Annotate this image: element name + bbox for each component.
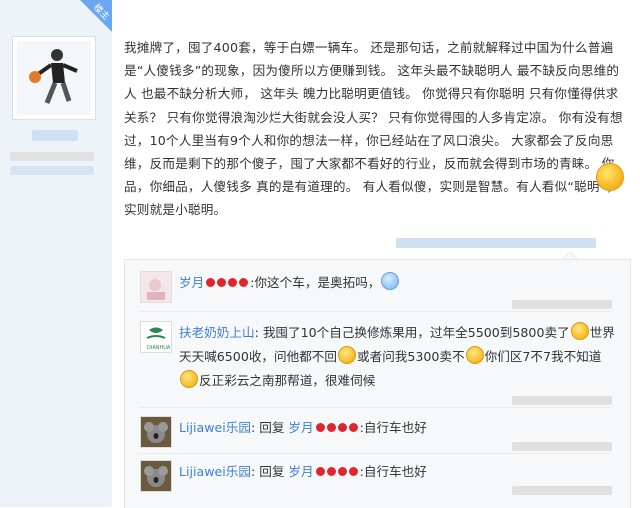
reply-divider <box>138 453 613 454</box>
tongue-out-emoji <box>596 163 624 191</box>
cherry-icon <box>217 278 227 287</box>
avatar-image <box>17 41 91 115</box>
post-content: 我摊牌了，囤了400套，等于白嫖一辆车。 还是那句话，之前就解释过中国为什么普遍… <box>124 40 623 218</box>
level-blur <box>10 152 94 161</box>
reply-divider <box>138 407 613 408</box>
cherry-icon <box>326 423 336 432</box>
cherry-icon <box>326 467 336 476</box>
reply-username[interactable]: 岁月 <box>179 275 204 290</box>
cherry-icon <box>228 278 238 287</box>
reply-text: Lijiawei乐园: 回复 岁月:自行车也好 <box>179 416 619 440</box>
cherry-icon <box>315 423 325 432</box>
cherry-icon <box>239 278 249 287</box>
cherry-icon <box>348 467 358 476</box>
reply-avatar[interactable]: DIANHUA <box>140 321 172 353</box>
reply-text: 扶老奶奶上山: 我囤了10个自己换修炼果用，过年全5500到5800卖了 世界天天… <box>179 321 619 393</box>
reply-meta-blur <box>512 442 612 451</box>
reply-avatar[interactable] <box>140 271 172 303</box>
sweat-smile-emoji <box>381 272 400 290</box>
reply-text: Lijiawei乐园: 回复 岁月:自行车也好 <box>179 460 619 484</box>
badge-blur <box>10 166 94 175</box>
cherry-icons <box>315 416 360 440</box>
cherry-icon <box>337 423 347 432</box>
smile-emoji <box>570 322 589 340</box>
smile-emoji <box>180 370 198 388</box>
cherry-icons <box>206 271 250 295</box>
username-blur <box>32 130 78 141</box>
reply-username[interactable]: 扶老奶奶上山 <box>179 325 255 340</box>
cherry-icon <box>315 467 325 476</box>
cherry-icons <box>315 460 360 484</box>
reply-meta-blur <box>512 300 612 309</box>
smile-emoji <box>338 346 356 364</box>
reply-target-username[interactable]: 岁月 <box>288 420 313 435</box>
reply-text: 岁月:你这个车，是奥拓吗， <box>179 271 619 295</box>
reply-arrow <box>562 251 578 259</box>
reply-target-username[interactable]: 岁月 <box>288 464 313 479</box>
reply-avatar[interactable] <box>140 460 172 492</box>
reply-divider <box>138 311 613 312</box>
author-sidebar <box>0 0 112 507</box>
reply-meta-blur <box>512 486 612 495</box>
smile-emoji <box>465 346 484 364</box>
cherry-icon <box>206 278 216 287</box>
reply-avatar[interactable] <box>140 416 172 448</box>
reply-username[interactable]: Lijiawei乐园 <box>179 464 251 479</box>
cherry-icon <box>348 423 358 432</box>
cherry-icon <box>337 467 347 476</box>
post-meta-blur <box>396 238 596 248</box>
op-badge: 楼主 <box>80 0 112 32</box>
reply-meta-blur <box>512 396 612 405</box>
author-avatar[interactable] <box>12 36 96 120</box>
reply-username[interactable]: Lijiawei乐园 <box>179 420 251 435</box>
svg-text:DIANHUA: DIANHUA <box>147 345 171 351</box>
